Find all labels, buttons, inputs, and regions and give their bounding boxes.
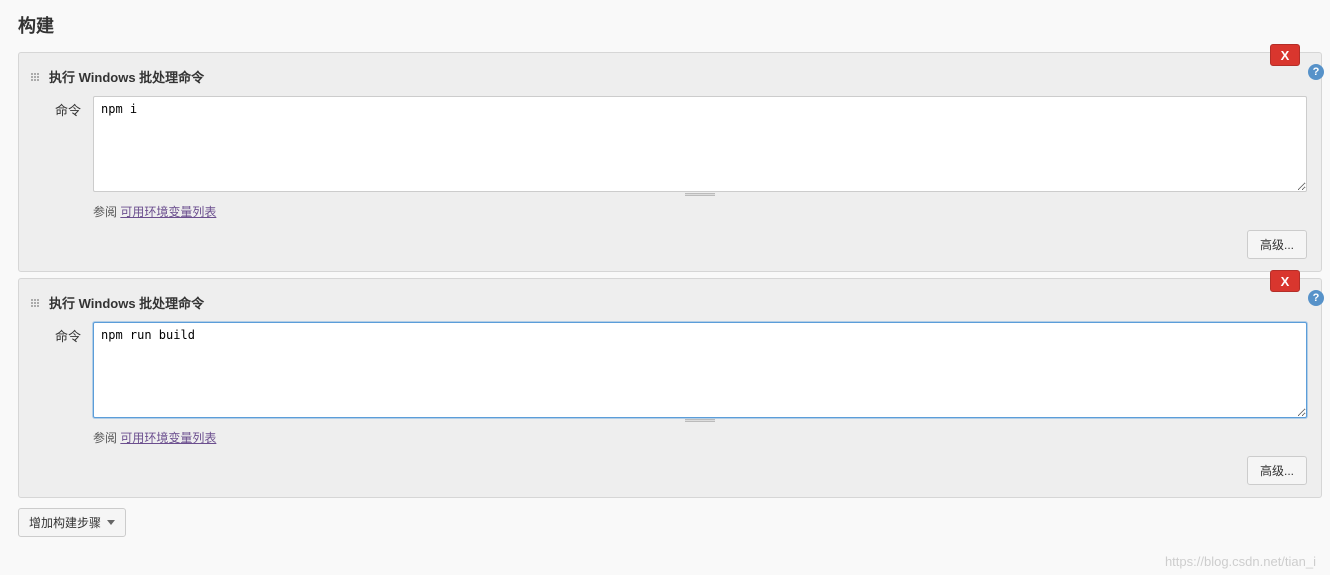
build-step: X ? 执行 Windows 批处理命令 命令 参阅 可用环境变量列表 高级..… <box>18 52 1322 272</box>
command-label: 命令 <box>33 322 93 345</box>
watermark-text: https://blog.csdn.net/tian_i <box>1165 554 1316 569</box>
step-header: 执行 Windows 批处理命令 <box>29 67 1307 86</box>
step-title: 执行 Windows 批处理命令 <box>49 293 204 312</box>
help-text: 参阅 可用环境变量列表 <box>93 429 1307 446</box>
advanced-button[interactable]: 高级... <box>1247 230 1307 259</box>
help-text: 参阅 可用环境变量列表 <box>93 203 1307 220</box>
env-vars-link[interactable]: 可用环境变量列表 <box>120 431 216 445</box>
command-textarea[interactable] <box>93 96 1307 192</box>
delete-step-button[interactable]: X <box>1270 44 1300 66</box>
advanced-button[interactable]: 高级... <box>1247 456 1307 485</box>
build-step: X ? 执行 Windows 批处理命令 命令 参阅 可用环境变量列表 高级..… <box>18 278 1322 498</box>
add-step-label: 增加构建步骤 <box>29 514 101 531</box>
command-label: 命令 <box>33 96 93 119</box>
help-icon[interactable]: ? <box>1308 290 1324 306</box>
command-textarea[interactable] <box>93 322 1307 418</box>
help-icon[interactable]: ? <box>1308 64 1324 80</box>
env-vars-link[interactable]: 可用环境变量列表 <box>120 205 216 219</box>
delete-step-button[interactable]: X <box>1270 270 1300 292</box>
step-title: 执行 Windows 批处理命令 <box>49 67 204 86</box>
add-build-step-button[interactable]: 增加构建步骤 <box>18 508 126 537</box>
chevron-down-icon <box>107 520 115 525</box>
drag-handle-icon[interactable] <box>29 73 41 81</box>
help-prefix: 参阅 <box>93 205 120 219</box>
section-title: 构建 <box>18 12 1322 38</box>
resize-grip-icon[interactable] <box>93 419 1307 423</box>
drag-handle-icon[interactable] <box>29 299 41 307</box>
help-prefix: 参阅 <box>93 431 120 445</box>
resize-grip-icon[interactable] <box>93 193 1307 197</box>
step-header: 执行 Windows 批处理命令 <box>29 293 1307 312</box>
